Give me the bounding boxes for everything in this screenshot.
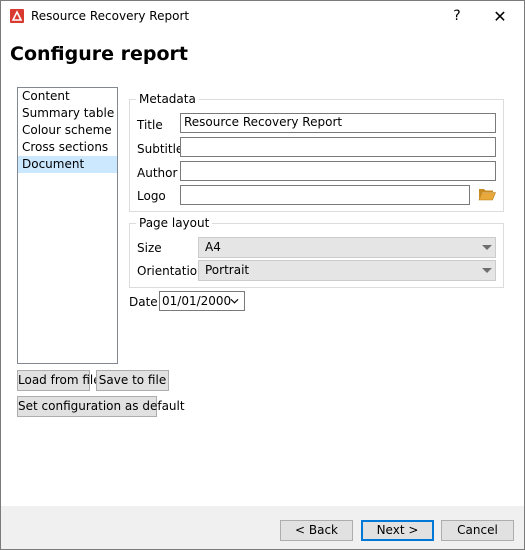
report-logo-icon [10,9,24,23]
next-button[interactable]: Next > [361,520,434,541]
title-label: Title [137,118,163,132]
load-from-file-button[interactable]: Load from file [17,370,101,391]
subtitle-field[interactable] [180,137,496,157]
orientation-dropdown[interactable]: Portrait [198,260,496,281]
chevron-down-icon [482,245,492,250]
logo-label: Logo [137,189,166,203]
logo-field[interactable] [180,185,470,205]
set-default-button[interactable]: Set configuration as default [17,396,185,417]
size-value: A4 [205,240,221,254]
orientation-value: Portrait [205,263,250,277]
dialog-window: Resource Recovery Report ? ✕ Configure r… [0,0,525,550]
author-label: Author [137,166,178,180]
close-button[interactable]: ✕ [478,1,522,32]
nav-item-document[interactable]: Document [18,156,117,173]
nav-item-summary-table[interactable]: Summary table [18,105,117,122]
date-label: Date [129,295,158,309]
size-dropdown[interactable]: A4 [198,237,496,258]
save-to-file-button[interactable]: Save to file [96,370,169,391]
title-bar: Resource Recovery Report ? ✕ [1,1,524,32]
title-field[interactable]: Resource Recovery Report [180,113,496,133]
author-field[interactable] [180,161,496,181]
footer-bar: < Back Next > Cancel [1,506,524,549]
page-layout-group-title: Page layout [136,216,213,230]
folder-open-icon[interactable] [478,187,496,201]
chevron-down-icon [482,268,492,273]
nav-item-colour-scheme[interactable]: Colour scheme [18,122,117,139]
chevron-down-icon [230,298,239,304]
orientation-label: Orientation [137,264,205,278]
date-picker[interactable]: 01/01/2000 [159,291,245,311]
window-title: Resource Recovery Report [31,9,190,23]
metadata-group-title: Metadata [136,92,199,106]
cancel-button[interactable]: Cancel [441,520,514,541]
nav-item-content[interactable]: Content [18,88,117,105]
size-label: Size [137,241,162,255]
help-button[interactable]: ? [435,1,479,32]
page-title: Configure report [10,43,188,65]
back-button[interactable]: < Back [280,520,353,541]
section-list[interactable]: Content Summary table Colour scheme Cros… [17,87,118,364]
subtitle-label: Subtitle [137,142,184,156]
date-value: 01/01/2000 [162,294,232,308]
nav-item-cross-sections[interactable]: Cross sections [18,139,117,156]
